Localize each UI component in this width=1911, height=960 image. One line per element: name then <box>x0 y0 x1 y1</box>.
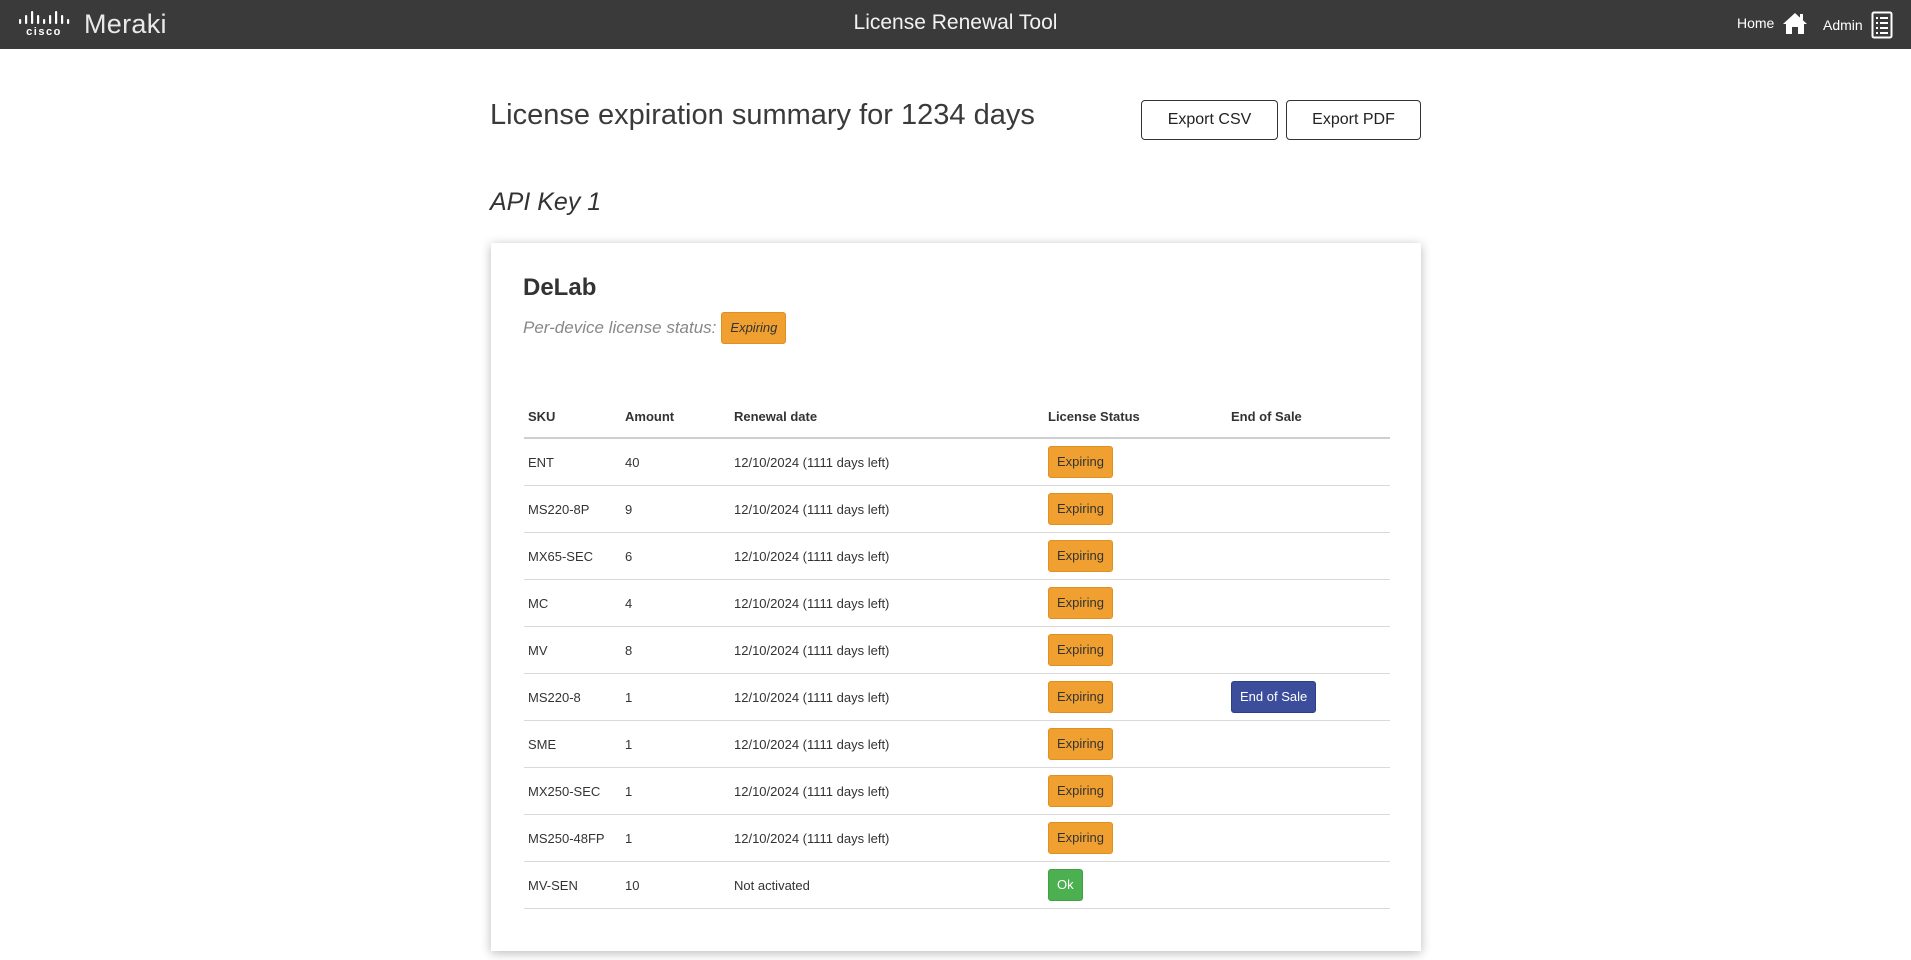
renewal-date-cell: 12/10/2024 (1111 days left) <box>730 767 1044 815</box>
license-status-cell: Expiring <box>1044 485 1227 533</box>
amount-cell: 10 <box>621 861 730 909</box>
license-status-cell: Expiring <box>1044 579 1227 627</box>
license-status-cell: Expiring <box>1044 720 1227 768</box>
license-status-cell: Ok <box>1044 861 1227 909</box>
license-table: SKU Amount Renewal date License Status E… <box>524 396 1390 909</box>
organization-name: DeLab <box>523 274 597 301</box>
renewal-date-cell: 12/10/2024 (1111 days left) <box>730 485 1044 533</box>
table-row: ENT 40 12/10/2024 (1111 days left) Expir… <box>524 438 1390 486</box>
top-navigation-bar: cisco Meraki License Renewal Tool Home A… <box>0 0 1911 49</box>
end-of-sale-cell <box>1227 438 1390 486</box>
renewal-date-cell: 12/10/2024 (1111 days left) <box>730 626 1044 674</box>
amount-cell: 1 <box>621 720 730 768</box>
column-header-sku[interactable]: SKU <box>524 396 621 439</box>
end-of-sale-cell <box>1227 532 1390 580</box>
app-title: License Renewal Tool <box>853 11 1058 34</box>
table-row: MC 4 12/10/2024 (1111 days left) Expirin… <box>524 579 1390 627</box>
table-row: MS250-48FP 1 12/10/2024 (1111 days left)… <box>524 814 1390 862</box>
home-label: Home <box>1737 15 1775 31</box>
license-status-badge[interactable]: Expiring <box>1048 681 1113 713</box>
end-of-sale-cell <box>1227 720 1390 768</box>
export-csv-button[interactable]: Export CSV <box>1141 100 1278 140</box>
license-status-cell: Expiring <box>1044 626 1227 674</box>
renewal-date-cell: Not activated <box>730 861 1044 909</box>
license-status-badge[interactable]: Expiring <box>1048 728 1113 760</box>
sku-cell: MX250-SEC <box>524 767 621 815</box>
end-of-sale-cell <box>1227 579 1390 627</box>
column-header-amount[interactable]: Amount <box>621 396 730 439</box>
column-header-license-status[interactable]: License Status <box>1044 396 1227 439</box>
renewal-date-cell: 12/10/2024 (1111 days left) <box>730 579 1044 627</box>
sku-cell: MV <box>524 626 621 674</box>
renewal-date-cell: 12/10/2024 (1111 days left) <box>730 720 1044 768</box>
sku-cell: MV-SEN <box>524 861 621 909</box>
page-title: License expiration summary for 1234 days <box>490 99 1035 131</box>
table-row: MS220-8P 9 12/10/2024 (1111 days left) E… <box>524 485 1390 533</box>
license-status-badge[interactable]: Expiring <box>1048 634 1113 666</box>
per-device-status: Per-device license status: Expiring <box>523 312 787 344</box>
end-of-sale-cell <box>1227 814 1390 862</box>
amount-cell: 1 <box>621 767 730 815</box>
amount-cell: 4 <box>621 579 730 627</box>
column-header-end-of-sale[interactable]: End of Sale <box>1227 396 1390 439</box>
end-of-sale-badge[interactable]: End of Sale <box>1231 681 1317 713</box>
column-header-renewal-date[interactable]: Renewal date <box>730 396 1044 439</box>
home-icon <box>1783 13 1808 34</box>
table-row: MX65-SEC 6 12/10/2024 (1111 days left) E… <box>524 532 1390 580</box>
end-of-sale-cell <box>1227 861 1390 909</box>
amount-cell: 8 <box>621 626 730 674</box>
end-of-sale-cell <box>1227 767 1390 815</box>
license-status-cell: Expiring <box>1044 814 1227 862</box>
sku-cell: MC <box>524 579 621 627</box>
license-status-cell: Expiring <box>1044 438 1227 486</box>
admin-nav-link[interactable]: Admin <box>1823 11 1893 39</box>
admin-list-icon <box>1871 11 1893 39</box>
per-device-status-badge: Expiring <box>721 312 787 344</box>
sku-cell: MS220-8 <box>524 673 621 721</box>
home-nav-link[interactable]: Home <box>1737 11 1808 35</box>
license-status-cell: Expiring <box>1044 673 1227 721</box>
end-of-sale-cell <box>1227 626 1390 674</box>
sku-cell: MS250-48FP <box>524 814 621 862</box>
table-header-row: SKU Amount Renewal date License Status E… <box>524 396 1390 439</box>
amount-cell: 9 <box>621 485 730 533</box>
sku-cell: SME <box>524 720 621 768</box>
table-row: MV-SEN 10 Not activated Ok <box>524 861 1390 909</box>
license-status-badge[interactable]: Expiring <box>1048 446 1113 478</box>
sku-cell: MX65-SEC <box>524 532 621 580</box>
amount-cell: 1 <box>621 673 730 721</box>
per-device-status-label: Per-device license status: <box>523 318 717 337</box>
license-status-cell: Expiring <box>1044 532 1227 580</box>
renewal-date-cell: 12/10/2024 (1111 days left) <box>730 673 1044 721</box>
license-status-badge[interactable]: Ok <box>1048 869 1083 901</box>
table-row: MV 8 12/10/2024 (1111 days left) Expirin… <box>524 626 1390 674</box>
license-status-badge[interactable]: Expiring <box>1048 822 1113 854</box>
renewal-date-cell: 12/10/2024 (1111 days left) <box>730 814 1044 862</box>
renewal-date-cell: 12/10/2024 (1111 days left) <box>730 438 1044 486</box>
license-status-badge[interactable]: Expiring <box>1048 587 1113 619</box>
license-status-cell: Expiring <box>1044 767 1227 815</box>
export-pdf-button[interactable]: Export PDF <box>1286 100 1421 140</box>
end-of-sale-cell: End of Sale <box>1227 673 1390 721</box>
renewal-date-cell: 12/10/2024 (1111 days left) <box>730 532 1044 580</box>
table-row: MX250-SEC 1 12/10/2024 (1111 days left) … <box>524 767 1390 815</box>
amount-cell: 6 <box>621 532 730 580</box>
organization-card: DeLab Per-device license status: Expirin… <box>491 243 1421 951</box>
api-key-heading: API Key 1 <box>490 188 602 216</box>
sku-cell: ENT <box>524 438 621 486</box>
amount-cell: 1 <box>621 814 730 862</box>
admin-label: Admin <box>1823 17 1863 33</box>
license-status-badge[interactable]: Expiring <box>1048 493 1113 525</box>
license-status-badge[interactable]: Expiring <box>1048 775 1113 807</box>
table-row: MS220-8 1 12/10/2024 (1111 days left) Ex… <box>524 673 1390 721</box>
amount-cell: 40 <box>621 438 730 486</box>
table-row: SME 1 12/10/2024 (1111 days left) Expiri… <box>524 720 1390 768</box>
license-status-badge[interactable]: Expiring <box>1048 540 1113 572</box>
sku-cell: MS220-8P <box>524 485 621 533</box>
end-of-sale-cell <box>1227 485 1390 533</box>
license-table-body: ENT 40 12/10/2024 (1111 days left) Expir… <box>524 438 1390 909</box>
